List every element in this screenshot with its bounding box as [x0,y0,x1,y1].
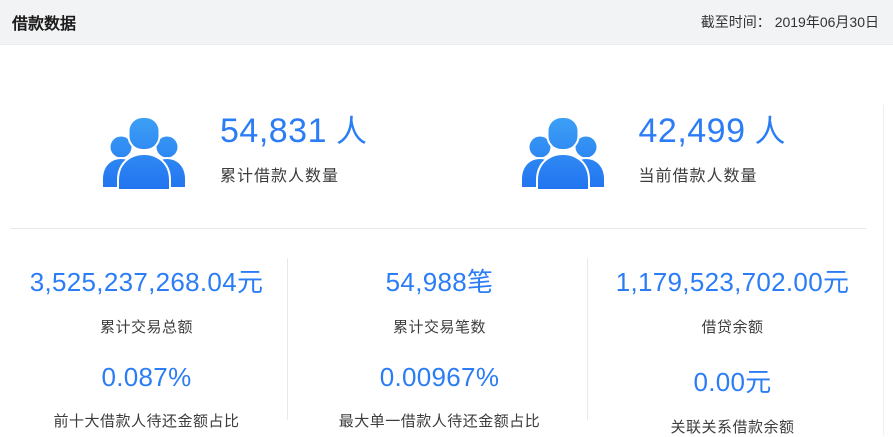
stat-unit: 人 [755,114,787,149]
metric-label: 关联关系借款余额 [586,416,879,437]
metric-label: 借贷余额 [586,316,879,337]
metric-value: 0.087% [0,362,293,393]
metric-top10-borrowers-ratio: 0.087% 前十大借款人待还金额占比 [0,362,293,437]
panel-header: 借款数据 截至时间：2019年06月30日 [0,0,893,45]
metric-number: 1,179,523,702.00 [616,267,823,297]
metrics-row-2: 0.087% 前十大借款人待还金额占比 0.00967% 最大单一借款人待还金额… [0,362,880,437]
metric-number: 3,525,237,268.04 [30,267,237,297]
as-of-label: 截至时间： [701,14,771,30]
people-group-icon [519,111,607,191]
as-of-time: 截至时间：2019年06月30日 [701,12,879,32]
metric-value: 54,988笔 [293,262,586,299]
stat-value: 42,499 人 [639,113,787,150]
metric-loan-balance: 1,179,523,702.00元 借贷余额 [586,262,879,337]
metric-unit: 笔 [467,267,493,297]
metric-unit: 元 [745,367,771,397]
panel-body: 54,831 人 累计借款人数量 [0,45,893,435]
stat-label: 当前借款人数量 [639,162,787,186]
stat-label: 累计借款人数量 [220,162,368,186]
stat-value: 54,831 人 [220,113,368,150]
metric-label: 最大单一借款人待还金额占比 [293,410,586,431]
metric-unit: 元 [823,267,849,297]
metric-number: 0.00967 [380,362,476,392]
stat-cumulative-borrowers: 54,831 人 累计借款人数量 [0,111,447,191]
metric-total-transaction-count: 54,988笔 累计交易笔数 [293,262,586,337]
metric-unit: 元 [237,267,263,297]
stat-current-borrowers: 42,499 人 当前借款人数量 [447,111,893,191]
metric-unit: % [168,362,191,392]
stat-number: 42,499 [639,112,746,150]
borrowing-data-panel: 借款数据 截至时间：2019年06月30日 [0,0,893,435]
metric-value: 0.00967% [293,362,586,393]
metric-number: 54,988 [386,267,467,297]
metric-largest-single-borrower-ratio: 0.00967% 最大单一借款人待还金额占比 [293,362,586,437]
stat-unit: 人 [336,114,368,149]
borrower-stats-row: 54,831 人 累计借款人数量 [0,45,893,191]
metrics-row-1: 3,525,237,268.04元 累计交易总额 54,988笔 累计交易笔数 … [0,262,880,337]
metrics-grid: 3,525,237,268.04元 累计交易总额 54,988笔 累计交易笔数 … [0,228,880,435]
stat-text: 42,499 人 当前借款人数量 [639,111,787,186]
as-of-date: 2019年06月30日 [775,14,879,30]
people-group-icon [100,111,188,191]
metric-label: 累计交易笔数 [293,316,586,337]
metric-number: 0.00 [693,367,745,397]
metric-total-transaction-amount: 3,525,237,268.04元 累计交易总额 [0,262,293,337]
panel-right-border [883,105,884,435]
stat-number: 54,831 [220,112,327,150]
stat-text: 54,831 人 累计借款人数量 [220,111,368,186]
metric-unit: % [476,362,499,392]
metric-value: 1,179,523,702.00元 [586,262,879,299]
metric-value: 3,525,237,268.04元 [0,262,293,299]
metric-label: 累计交易总额 [0,316,293,337]
panel-title: 借款数据 [12,10,76,34]
metric-value: 0.00元 [586,362,879,399]
metric-number: 0.087 [102,362,169,392]
metric-related-party-loan-balance: 0.00元 关联关系借款余额 [586,362,879,437]
metric-label: 前十大借款人待还金额占比 [0,410,293,431]
